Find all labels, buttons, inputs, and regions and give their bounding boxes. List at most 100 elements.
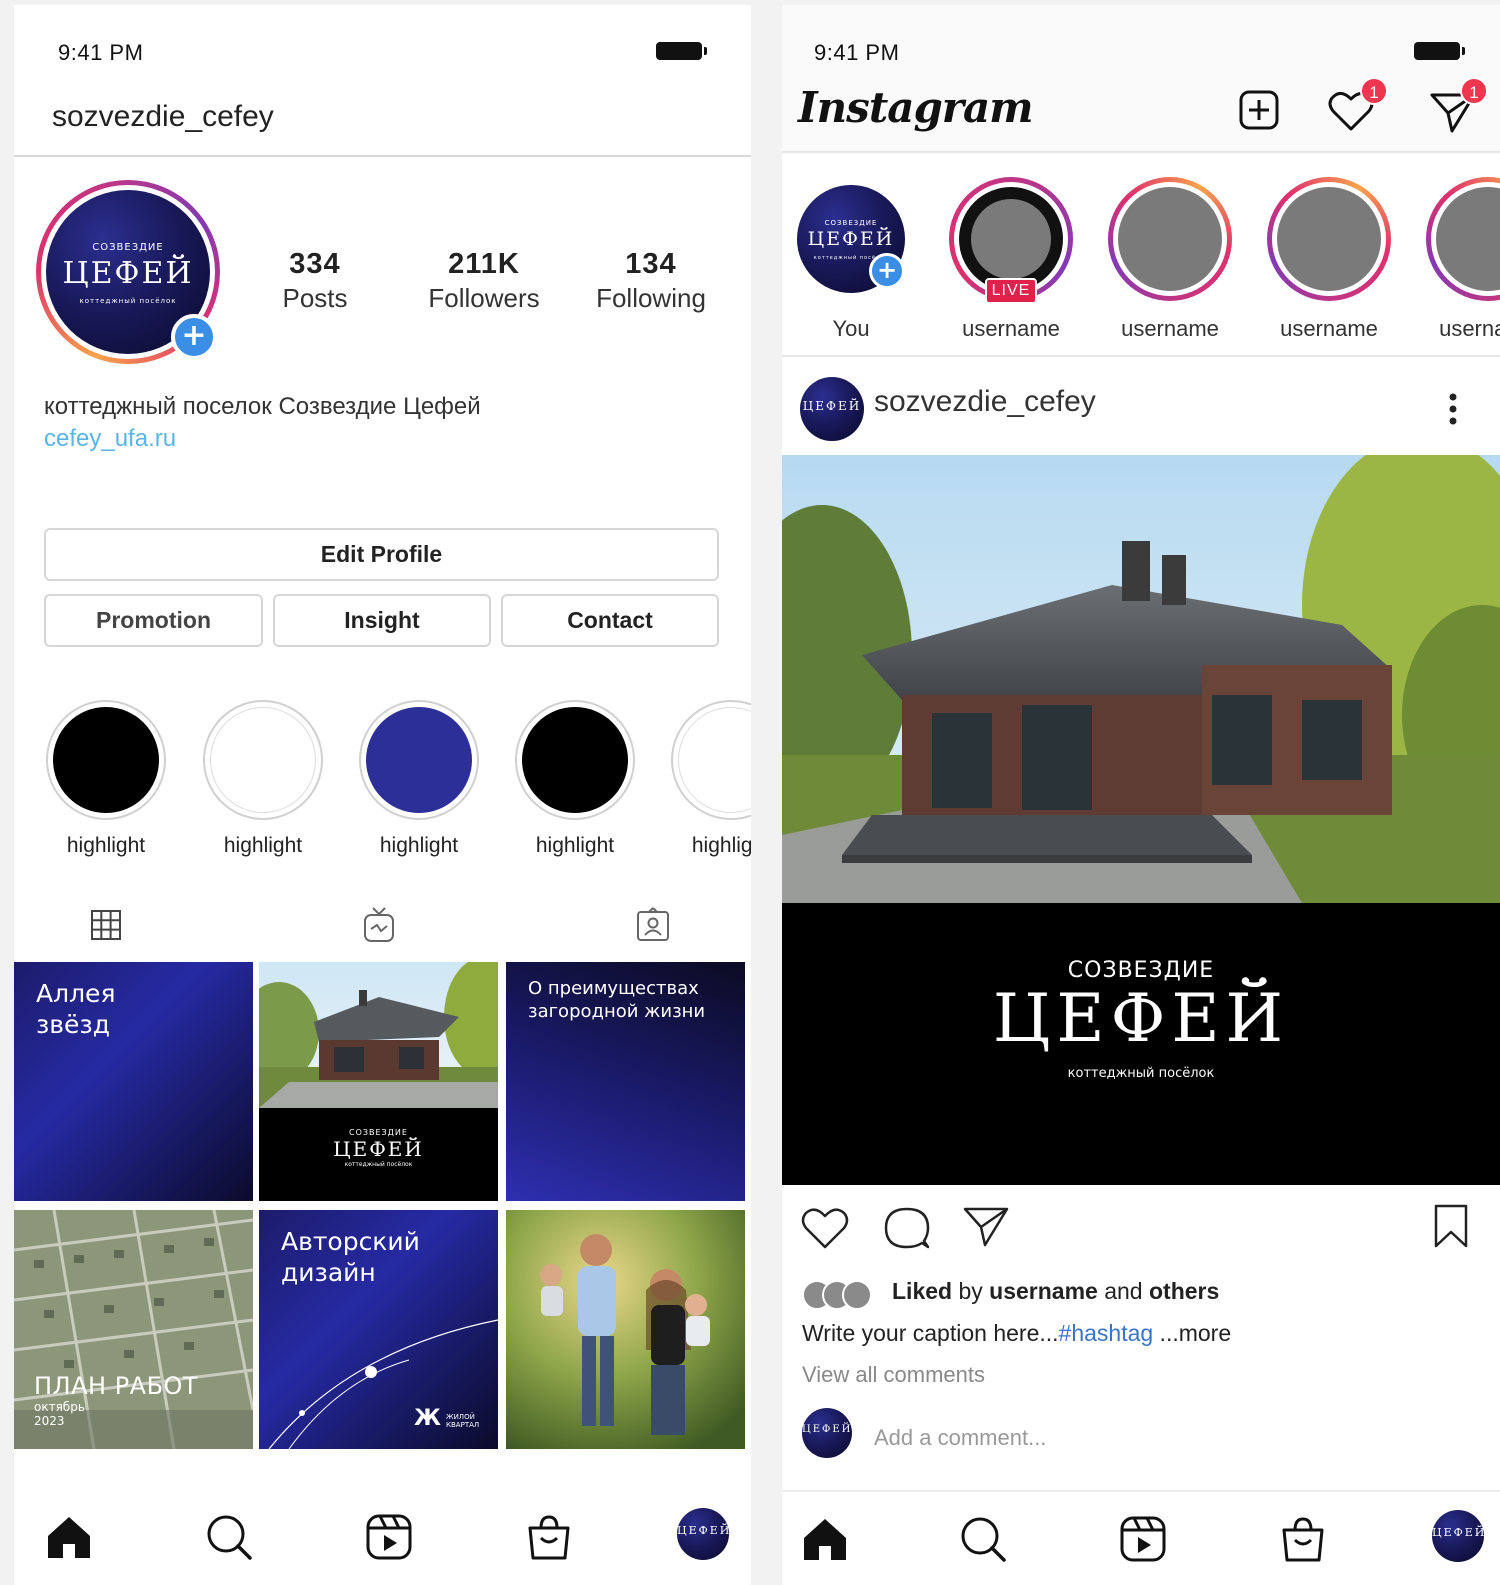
bottom-nav: ЦЕФЕЙ xyxy=(782,1490,1500,1585)
contact-button[interactable]: Contact xyxy=(501,594,719,647)
post-author-avatar[interactable]: ЦЕФЕЙ xyxy=(800,377,864,441)
instagram-logo[interactable]: Instagram xyxy=(798,83,1034,132)
story-item[interactable]: username xyxy=(1265,177,1393,342)
comment-avatar: ЦЕФЕЙ xyxy=(802,1408,852,1458)
house-photo xyxy=(782,455,1500,903)
grid-post[interactable]: О преимуществах загородной жизни xyxy=(506,962,745,1201)
brand-main-text: ЦЕФЕЙ xyxy=(992,980,1290,1057)
feed-screen: 9:41 PM Instagram 1 1 СОЗВЕЗДИЕ ЦЕФЕЙ ко… xyxy=(782,5,1500,1585)
add-comment-input[interactable]: Add a comment... xyxy=(874,1425,1046,1451)
story-you[interactable]: СОЗВЕЗДИЕ ЦЕФЕЙ коттеджный посёлок + You xyxy=(787,177,915,342)
brand-top-text: СОЗВЕЗДИЕ xyxy=(92,242,164,253)
highlight-item[interactable]: highlight xyxy=(46,700,166,858)
grid-post[interactable] xyxy=(506,1210,745,1449)
search-icon[interactable] xyxy=(958,1514,1008,1564)
highlight-cover xyxy=(210,707,316,813)
activity-badge: 1 xyxy=(1360,77,1388,105)
tagged-tab-icon[interactable] xyxy=(633,905,673,945)
like-icon[interactable] xyxy=(800,1205,850,1251)
liked-by-avatars xyxy=(802,1280,874,1310)
reels-icon[interactable] xyxy=(364,1512,414,1562)
battery-icon xyxy=(656,42,707,60)
profile-username[interactable]: sozvezdie_cefey xyxy=(52,100,274,134)
post-title: О преимуществах загородной жизни xyxy=(528,978,706,1022)
add-story-plus-icon[interactable]: + xyxy=(869,253,905,289)
post-title: ПЛАН РАБОТ xyxy=(34,1372,199,1400)
stat-value: 334 xyxy=(289,248,341,280)
stat-posts[interactable]: 334 Posts xyxy=(240,248,390,314)
jk-logo: Ж ЖИЛОЙ КВАРТАЛ xyxy=(414,1406,480,1431)
home-icon[interactable] xyxy=(800,1514,850,1564)
post-caption: Write your caption here...#hashtag ...mo… xyxy=(802,1320,1232,1346)
brand-sub-text: коттеджный посёлок xyxy=(1067,1065,1215,1081)
highlight-cover xyxy=(53,707,159,813)
hashtag-link[interactable]: #hashtag xyxy=(1059,1320,1154,1346)
brand-band: СОЗВЕЗДИЕ ЦЕФЕЙ коттеджный посёлок xyxy=(782,903,1500,1185)
more-options-icon[interactable] xyxy=(1447,391,1459,427)
post-image[interactable]: СОЗВЕЗДИЕ ЦЕФЕЙ коттеджный посёлок xyxy=(782,455,1500,1185)
brand-band: СОЗВЕЗДИЕ ЦЕФЕЙ коттеджный посёлок xyxy=(259,1108,498,1201)
edit-profile-button[interactable]: Edit Profile xyxy=(44,528,719,581)
shop-icon[interactable] xyxy=(1278,1514,1328,1564)
comment-icon[interactable] xyxy=(884,1205,930,1251)
brand-main-text: ЦЕФЕЙ xyxy=(677,1524,729,1537)
promotion-button[interactable]: Promotion xyxy=(44,594,263,647)
reels-icon[interactable] xyxy=(1118,1514,1168,1564)
insight-button[interactable]: Insight xyxy=(273,594,491,647)
shop-icon[interactable] xyxy=(524,1512,574,1562)
highlight-label: highlight xyxy=(535,834,615,857)
battery-icon xyxy=(1414,42,1465,60)
highlight-cover xyxy=(522,707,628,813)
family-photo xyxy=(506,1210,745,1449)
profile-link[interactable]: cefey_ufa.ru xyxy=(44,425,176,453)
grid-post[interactable]: СОЗВЕЗДИЕ ЦЕФЕЙ коттеджный посёлок xyxy=(259,962,498,1201)
profile-bio: коттеджный поселок Созвездие Цефей xyxy=(44,393,481,420)
home-icon[interactable] xyxy=(44,1512,94,1562)
add-story-plus-icon[interactable]: + xyxy=(171,314,217,360)
live-badge: LIVE xyxy=(985,278,1037,304)
grid-post[interactable]: ПЛАН РАБОТ октябрь 2023 xyxy=(14,1210,253,1449)
grid-post[interactable]: Аллея звёзд xyxy=(14,962,253,1201)
profile-nav-avatar[interactable]: ЦЕФЕЙ xyxy=(1432,1510,1484,1562)
brand-main-text: ЦЕФЕЙ xyxy=(802,399,862,413)
search-icon[interactable] xyxy=(204,1512,254,1562)
post-username[interactable]: sozvezdie_cefey xyxy=(874,385,1096,419)
house-photo xyxy=(259,962,498,1108)
brand-main-text: ЦЕФЕЙ xyxy=(802,1424,852,1435)
stat-following[interactable]: 134 Following xyxy=(576,248,726,314)
highlight-label: highlight xyxy=(223,834,303,857)
more-link[interactable]: ...more xyxy=(1153,1320,1232,1346)
story-item[interactable]: username xyxy=(1106,177,1234,342)
highlight-item[interactable]: highlight xyxy=(359,700,479,858)
highlight-label: highlight xyxy=(66,834,146,857)
new-post-icon[interactable] xyxy=(1238,89,1280,131)
save-bookmark-icon[interactable] xyxy=(1433,1203,1469,1249)
story-item-live[interactable]: LIVE username xyxy=(947,177,1075,342)
profile-screen: 9:41 PM sozvezdie_cefey СОЗВЕЗДИЕ ЦЕФЕЙ … xyxy=(14,5,751,1585)
brand-top-text: СОЗВЕЗДИЕ xyxy=(349,1128,408,1137)
post-title: Аллея звёзд xyxy=(36,979,116,1040)
story-label: username xyxy=(1121,316,1219,341)
highlight-item[interactable]: highlight xyxy=(671,700,751,858)
bottom-nav: ЦЕФЕЙ xyxy=(14,1490,751,1585)
view-all-comments-link[interactable]: View all comments xyxy=(802,1362,985,1388)
stat-label: Posts xyxy=(282,283,348,313)
brand-main-text: ЦЕФЕЙ xyxy=(807,228,895,250)
status-time: 9:41 PM xyxy=(814,40,900,65)
brand-main-text: ЦЕФЕЙ xyxy=(62,256,194,291)
grid-tab-icon[interactable] xyxy=(86,905,126,945)
highlight-cover xyxy=(678,707,751,813)
story-item[interactable]: username xyxy=(1424,177,1500,342)
highlight-item[interactable]: highlight xyxy=(203,700,323,858)
profile-nav-avatar[interactable]: ЦЕФЕЙ xyxy=(677,1508,729,1560)
highlight-item[interactable]: highlight xyxy=(515,700,635,858)
share-icon[interactable] xyxy=(963,1205,1009,1247)
profile-header: 9:41 PM sozvezdie_cefey xyxy=(14,5,751,157)
liked-by-text[interactable]: Liked by username and others xyxy=(892,1278,1219,1305)
brand-sub-text: коттеджный посёлок xyxy=(344,1161,413,1168)
stat-value: 134 xyxy=(625,248,677,280)
stat-followers[interactable]: 211K Followers xyxy=(409,248,559,314)
grid-post[interactable]: Авторский дизайн Ж ЖИЛОЙ КВАРТАЛ xyxy=(259,1210,498,1449)
story-label: username xyxy=(1280,316,1378,341)
igtv-tab-icon[interactable] xyxy=(359,905,399,945)
